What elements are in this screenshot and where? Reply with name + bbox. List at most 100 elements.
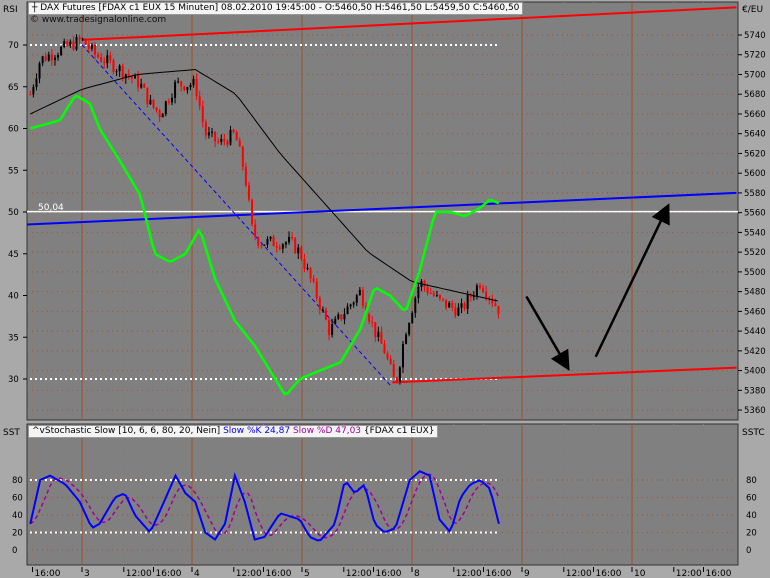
chart-canvas[interactable]: 16:00 3 12:00 16:00 4 12:00 16:00 5 12:00 16:00 8 1…: [0, 0, 770, 578]
candle-body: [174, 81, 177, 98]
candle-body: [251, 199, 254, 225]
candle-body: [411, 312, 414, 324]
rsi-axis-label: RSI: [3, 5, 18, 15]
candle-body: [81, 38, 84, 40]
price-tick-label: 5400: [744, 367, 766, 377]
candle-body: [180, 81, 183, 87]
price-tick-label: 5560: [744, 209, 766, 219]
stochastic-pane: [26, 423, 739, 566]
candle-body: [241, 146, 244, 167]
candle-body: [331, 324, 334, 335]
x-tick-label: 5: [304, 569, 310, 578]
candle-body: [438, 294, 441, 299]
candle-body: [358, 289, 361, 296]
candle-body: [497, 305, 500, 315]
rsi-tick-label: 30: [8, 375, 19, 385]
candle-body: [435, 294, 438, 296]
candle-body: [44, 56, 47, 61]
candle-body: [223, 138, 226, 142]
x-tick-label: 8: [414, 569, 420, 578]
candle-body: [275, 246, 278, 248]
candle-body: [47, 54, 50, 61]
price-tick-label: 5380: [744, 386, 766, 396]
x-tick-label: 12:00: [676, 569, 702, 578]
candle-body: [106, 55, 109, 64]
price-tick-label: 5520: [744, 248, 766, 258]
candle-body: [463, 303, 466, 309]
candle-body: [69, 41, 72, 46]
candle-body: [189, 85, 192, 88]
x-tick-label: 16:00: [376, 569, 402, 578]
candle-body: [100, 57, 103, 62]
candle-body: [244, 166, 247, 186]
candle-body: [263, 244, 266, 246]
candle-body: [389, 358, 392, 364]
candle-body: [355, 295, 358, 303]
price-axis-label: €/EU: [742, 5, 764, 15]
candle-body: [300, 247, 303, 260]
rsi-tick-label: 60: [8, 125, 19, 135]
candle-body: [383, 343, 386, 354]
rsi-tick-label: 45: [8, 250, 19, 260]
candle-body: [386, 353, 389, 359]
x-tick-label: 16:00: [706, 569, 732, 578]
candle-body: [414, 298, 417, 313]
price-tick-label: 5460: [744, 307, 766, 317]
candle-body: [377, 331, 380, 338]
price-tick-label: 5480: [744, 288, 766, 298]
candle-body: [41, 56, 44, 64]
candle-body: [35, 78, 38, 88]
candle-body: [346, 306, 349, 315]
candle-body: [328, 319, 331, 335]
candle-body: [201, 106, 204, 123]
candle-body: [454, 307, 457, 316]
candle-body: [482, 287, 485, 292]
rsi-tick-label: 55: [8, 166, 19, 176]
candle-body: [214, 131, 217, 142]
x-tick-label: 9: [524, 569, 530, 578]
candle-body: [130, 76, 133, 79]
candle-body: [121, 65, 124, 79]
candle-body: [401, 343, 404, 368]
price-tick-label: 5660: [744, 110, 766, 120]
candle-body: [312, 278, 315, 282]
x-tick-label: 16:00: [156, 569, 182, 578]
candle-body: [448, 302, 451, 308]
candle-body: [158, 110, 161, 118]
stoch-tick-label-left: 40: [12, 511, 23, 521]
stoch-tick-label-right: 0: [746, 546, 751, 556]
rsi-tick-label: 50: [8, 208, 19, 218]
sstc-axis-label: SSTC: [742, 428, 765, 438]
price-tick-label: 5500: [744, 268, 766, 278]
candle-body: [445, 299, 448, 308]
candle-body: [432, 293, 435, 296]
x-tick-label: 12:00: [456, 569, 482, 578]
price-tick-label: 5360: [744, 406, 766, 416]
candle-body: [32, 87, 35, 95]
candle-body: [152, 99, 155, 108]
copyright: © www.tradesignalonline.com: [30, 15, 167, 25]
candle-body: [417, 286, 420, 299]
candle-body: [257, 236, 260, 246]
candle-body: [66, 41, 69, 46]
candle-body: [97, 54, 100, 58]
price-tick-label: 5600: [744, 169, 766, 179]
price-tick-label: 5420: [744, 347, 766, 357]
price-tick-label: 5620: [744, 149, 766, 159]
candle-body: [478, 285, 481, 288]
candle-body: [167, 101, 170, 103]
candle-body: [57, 55, 60, 58]
candle-body: [380, 331, 383, 344]
candle-body: [291, 236, 294, 239]
candle-body: [297, 247, 300, 254]
candle-body: [392, 363, 395, 378]
candle-body: [485, 291, 488, 298]
price-tick-label: 5540: [744, 228, 766, 238]
candle-body: [278, 247, 281, 249]
candle-body: [87, 44, 90, 49]
candle-body: [266, 238, 269, 245]
candle-body: [475, 285, 478, 296]
candle-body: [405, 334, 408, 344]
candle-body: [72, 41, 75, 50]
candle-body: [352, 302, 355, 305]
